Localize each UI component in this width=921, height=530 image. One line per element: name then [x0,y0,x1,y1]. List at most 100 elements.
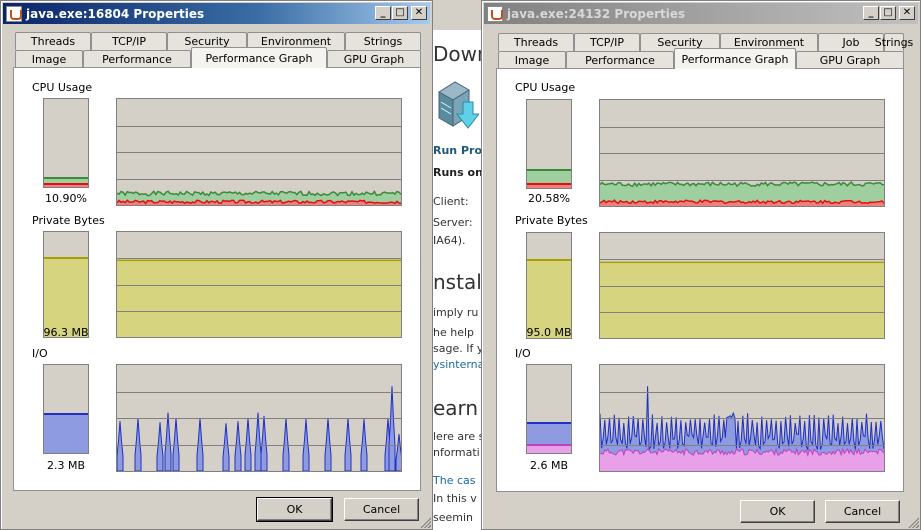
tab-performance[interactable]: Performance [83,50,191,68]
title-buttons: _ □ ✕ [375,6,427,20]
io-spike [117,421,124,471]
simply-text: imply ru [433,306,479,319]
io-spike [254,412,262,471]
title-bar[interactable]: java.exe:24132 Properties _ □ ✕ [484,3,918,24]
tab-strings[interactable]: Strings [345,32,421,50]
resize-grip[interactable] [907,516,919,528]
cpu-kernel-line [44,183,88,186]
io-spike [244,417,252,471]
tab-performance-graph[interactable]: Performance Graph [191,47,327,68]
heading-learn: earn [433,396,479,420]
desktop: Down Run Proc Runs on: Client: Server: I… [0,0,921,530]
graph-canvas [117,126,401,205]
io-label: I/O [32,347,48,360]
cpu-value: 20.58% [528,192,570,205]
maximize-button[interactable]: □ [392,6,408,20]
title-bar[interactable]: java.exe:16804 Properties _ □ ✕ [3,3,430,24]
info-text: nformati [433,446,480,459]
properties-window-24132: java.exe:24132 Properties _ □ ✕ Threads TCP/I… [481,0,921,530]
cpu-graph [599,99,885,207]
private-bytes-series-area [600,262,884,338]
cpu-total-line [527,169,571,172]
private-bytes-line [527,258,571,261]
cancel-button[interactable]: Cancel [825,500,900,523]
java-app-icon [6,5,22,22]
io-spike [164,412,172,471]
performance-graph-panel: CPU Usage 20.58% Private Bytes 95.0 MB I/O 2.… [496,68,904,492]
io-spike [234,421,242,471]
graph-canvas [600,127,884,206]
window-title: java.exe:24132 Properties [507,6,686,21]
io-meter [526,364,572,454]
minimize-button[interactable]: _ [375,6,391,20]
maximize-button[interactable]: □ [880,6,896,20]
private-bytes-series-area [117,260,401,337]
io-spike [196,417,204,471]
tab-image[interactable]: Image [498,51,566,69]
tab-threads[interactable]: Threads [15,32,91,50]
case-link[interactable]: The cas [433,474,475,487]
graph-canvas [117,386,401,471]
tab-tcp-ip[interactable]: TCP/IP [91,32,167,50]
ok-button[interactable]: OK [740,500,815,523]
io-meter [43,364,89,454]
tab-performance[interactable]: Performance [566,51,674,69]
resize-grip[interactable] [419,516,431,528]
io-spike [260,415,268,471]
cpu-meter [43,98,89,188]
seemin-text: seemin [433,511,474,524]
cpu-meter [526,99,572,189]
tab-tcp-ip[interactable]: TCP/IP [574,33,640,51]
cpu-label: CPU Usage [515,81,576,94]
background-web-page: Down Run Proc Runs on: Client: Server: I… [433,30,483,530]
private-bytes-label: Private Bytes [515,214,588,227]
private-bytes-meter [526,232,572,339]
tab-image[interactable]: Image [15,50,83,68]
graph-canvas [117,258,401,337]
minimize-button[interactable]: _ [863,6,879,20]
help-text-2: sage. If y [433,342,483,355]
io-label: I/O [515,347,531,360]
tab-gpu-graph[interactable]: GPU Graph [327,50,421,68]
window-title: java.exe:16804 Properties [26,6,205,21]
io-line [527,422,571,425]
io-other-line [527,444,571,446]
cpu-value: 10.90% [45,192,87,205]
io-spike [395,433,401,471]
private-bytes-value: 96.3 MB [43,326,89,339]
cancel-button[interactable]: Cancel [344,498,419,521]
server-text: Server: [433,216,473,229]
in-this-text: In this v [433,492,477,505]
io-spike [388,386,396,471]
private-bytes-graph [599,232,885,339]
private-bytes-line [44,256,88,259]
heading-install: nstall [433,270,483,294]
tab-gpu-graph[interactable]: GPU Graph [796,51,904,69]
tab-threads[interactable]: Threads [498,33,574,51]
cpu-total-line [44,177,88,180]
io-spike [282,417,290,471]
run-procmon-link[interactable]: Run Proc [433,144,483,157]
download-server-icon [438,81,479,129]
here-text: lere are s [433,430,483,443]
client-text: Client: [433,195,469,208]
io-spike [344,417,352,471]
private-bytes-graph [116,231,402,338]
properties-window-16804: java.exe:16804 Properties _ □ ✕ Threads TCP/I… [0,0,433,530]
io-line [44,413,88,416]
sysinternals-link[interactable]: ysinterna [433,358,483,371]
performance-graph-panel: CPU Usage 10.90% Private Bytes 96.3 MB I/O 2.… [13,67,421,491]
close-button[interactable]: ✕ [411,6,427,20]
tab-strings[interactable]: Strings [875,33,913,51]
title-buttons: _ □ ✕ [863,6,915,20]
io-value: 2.3 MB [46,459,86,472]
ia64-text: IA64). [433,234,466,247]
close-button[interactable]: ✕ [899,6,915,20]
ok-button[interactable]: OK [256,497,333,522]
io-graph [116,364,402,472]
tab-performance-graph[interactable]: Performance Graph [674,48,796,69]
runs-on-label: Runs on: [433,166,483,179]
io-graph [599,364,885,472]
help-text-1: he help [433,326,475,339]
io-spike [324,417,332,471]
